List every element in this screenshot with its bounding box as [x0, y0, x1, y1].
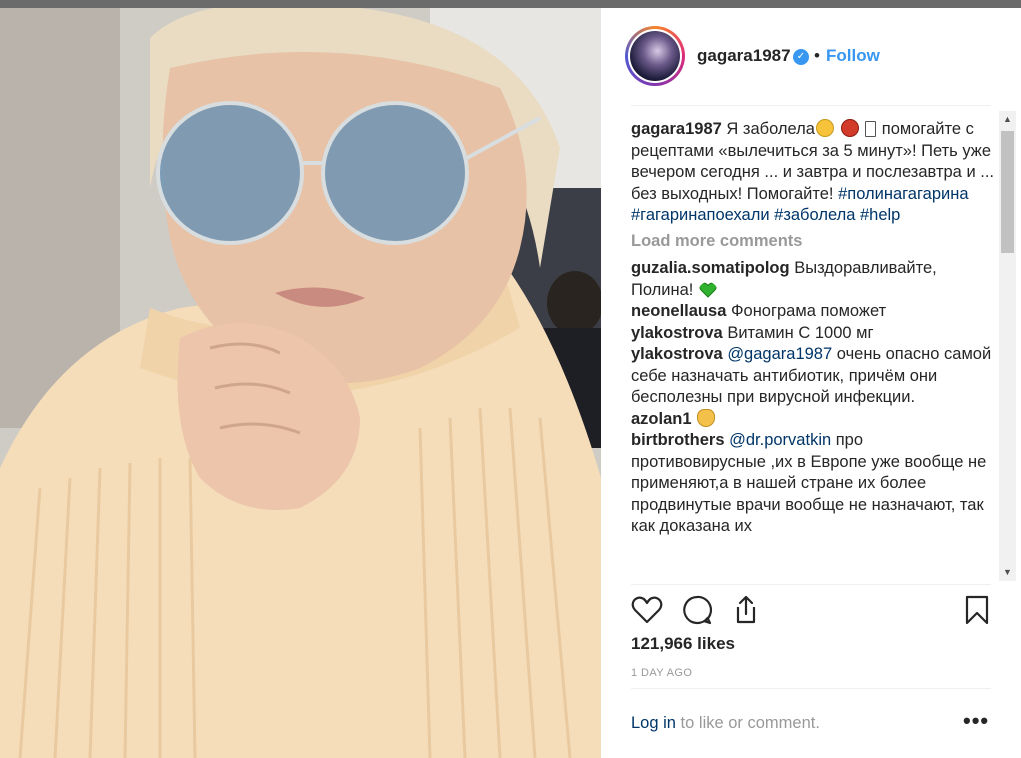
- divider: [631, 688, 991, 689]
- scroll-down-arrow-icon[interactable]: ▼: [999, 564, 1016, 581]
- browser-top-strip: [0, 0, 1021, 8]
- scroll-up-arrow-icon[interactable]: ▲: [999, 111, 1016, 128]
- scrollbar-thumb[interactable]: [1001, 131, 1014, 253]
- comment-username[interactable]: ylakostrova: [631, 345, 723, 363]
- load-more-comments-button[interactable]: Load more comments: [631, 231, 997, 253]
- divider: [631, 584, 991, 585]
- clapping-hands-emoji-icon: [697, 408, 716, 427]
- selfie-image: [0, 8, 601, 758]
- comment-text: Фонограма поможет: [730, 302, 887, 320]
- login-prompt: Log in to like or comment.: [631, 714, 820, 733]
- comment-item: neonellausa Фонограма поможет: [631, 301, 997, 323]
- comment-item: guzalia.somatipolog Выздоравливайте, Пол…: [631, 258, 997, 301]
- likes-count[interactable]: 121,966 likes: [631, 634, 735, 654]
- avatar[interactable]: [625, 26, 685, 86]
- comment-username[interactable]: azolan1: [631, 410, 692, 428]
- avatar-image: [630, 31, 680, 81]
- angry-emoji-icon: [840, 119, 859, 137]
- follow-button[interactable]: Follow: [826, 46, 880, 66]
- comment-button[interactable]: [679, 592, 715, 628]
- caption-text-start: Я заболела: [726, 120, 815, 138]
- comment-username[interactable]: ylakostrova: [631, 324, 723, 342]
- comments-list[interactable]: gagara1987 Я заболела помогайте с рецепт…: [631, 119, 997, 579]
- comment-bubble-icon: [683, 595, 713, 625]
- unknown-glyph-icon: [865, 121, 877, 137]
- mention-link[interactable]: @dr.porvatkin: [729, 431, 831, 449]
- grimacing-emoji-icon: [816, 119, 834, 137]
- more-options-icon[interactable]: •••: [963, 708, 989, 734]
- hashtag-link[interactable]: #гагаринапоехали: [631, 206, 770, 224]
- post-photo[interactable]: [0, 8, 601, 758]
- like-button[interactable]: [629, 592, 665, 628]
- hashtag-link[interactable]: #полинагагарина: [838, 185, 968, 203]
- post-details-panel: gagara1987 ✓ • Follow gagara1987 Я забол…: [601, 8, 1021, 758]
- comment-text: Витамин С 1000 мг: [727, 323, 874, 342]
- post-header: gagara1987 ✓ • Follow: [601, 8, 1021, 105]
- comment-item: ylakostrova Витамин С 1000 мг: [631, 323, 997, 345]
- post-timestamp[interactable]: 1 DAY AGO: [631, 667, 692, 679]
- share-button[interactable]: [728, 592, 764, 628]
- comment-item: azolan1: [631, 408, 997, 431]
- green-heart-emoji-icon: [699, 282, 717, 298]
- heart-icon: [631, 596, 663, 624]
- comment-username[interactable]: birtbrothers: [631, 431, 725, 449]
- hashtag-link[interactable]: #заболела: [774, 206, 855, 224]
- save-button[interactable]: [959, 592, 995, 628]
- post-actions: [625, 590, 995, 630]
- caption: gagara1987 Я заболела помогайте с рецепт…: [631, 119, 997, 227]
- header-username[interactable]: gagara1987: [697, 46, 791, 66]
- comment-item: ylakostrova @gagara1987 очень опасно сам…: [631, 344, 997, 409]
- verified-badge-icon: ✓: [793, 49, 809, 65]
- bookmark-icon: [965, 595, 989, 625]
- login-prompt-text: to like or comment.: [675, 714, 820, 732]
- comment-username[interactable]: neonellausa: [631, 302, 726, 320]
- login-link[interactable]: Log in: [631, 714, 676, 732]
- header-separator: •: [814, 46, 820, 65]
- mention-link[interactable]: @gagara1987: [727, 345, 832, 363]
- hashtag-link[interactable]: #help: [860, 206, 900, 224]
- comment-username[interactable]: guzalia.somatipolog: [631, 259, 790, 277]
- share-icon: [736, 595, 756, 624]
- comment-item: birtbrothers @dr.porvatkin про противови…: [631, 430, 997, 538]
- divider: [631, 105, 991, 106]
- comments-scrollbar[interactable]: ▲ ▼: [999, 111, 1016, 581]
- caption-username[interactable]: gagara1987: [631, 120, 722, 138]
